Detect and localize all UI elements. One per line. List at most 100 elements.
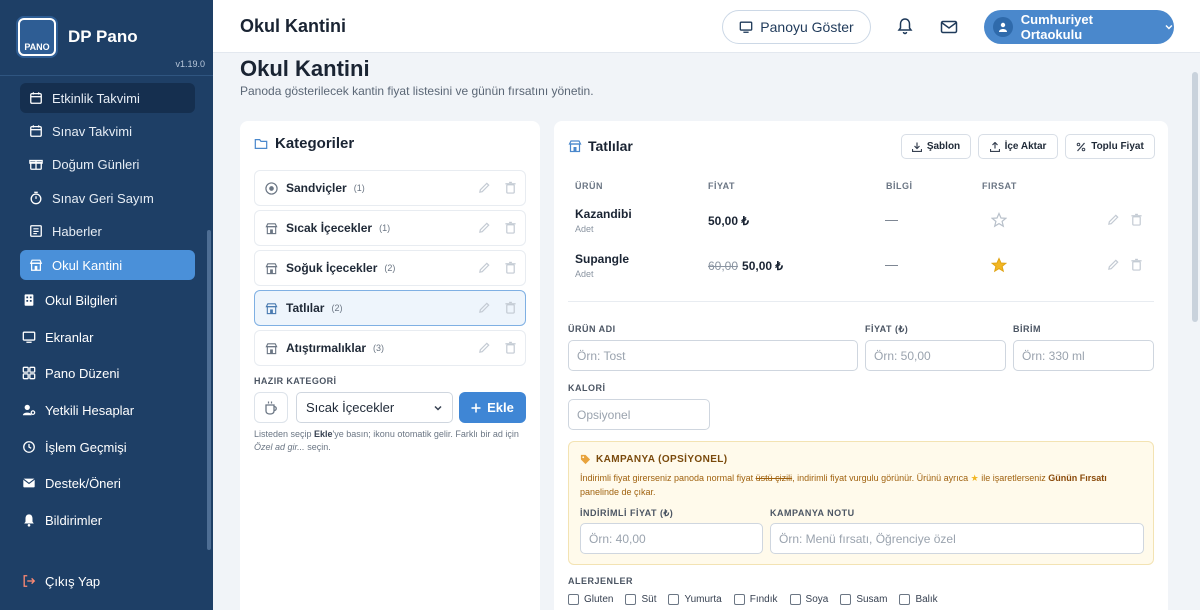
column-header-deal: FIRSAT xyxy=(982,181,1017,191)
star-filled-icon[interactable] xyxy=(991,257,1007,273)
checkbox[interactable] xyxy=(899,594,911,605)
allergens-label: ALERJENLER xyxy=(568,576,634,586)
product-info: — xyxy=(885,212,898,227)
sidebar-item-islem-gecmisi[interactable]: İşlem Geçmişi xyxy=(22,436,127,458)
calorie-input[interactable]: Opsiyonel xyxy=(568,399,710,430)
placeholder: Örn: 50,00 xyxy=(874,348,931,363)
page-scrollbar[interactable] xyxy=(1192,72,1198,322)
brand[interactable]: PANO DP Pano xyxy=(16,16,138,58)
sidebar-item-sinav-takvimi[interactable]: Sınav Takvimi xyxy=(20,116,195,146)
trash-icon[interactable] xyxy=(504,221,517,234)
sidebar-item-yetkili-hesaplar[interactable]: Yetkili Hesaplar xyxy=(22,399,134,421)
edit-icon[interactable] xyxy=(478,181,491,194)
store-icon xyxy=(265,342,278,354)
allergen-checkbox[interactable]: Gluten xyxy=(568,594,613,605)
download-icon xyxy=(911,142,922,152)
import-button[interactable]: İçe Aktar xyxy=(978,134,1058,159)
bulk-price-button[interactable]: Toplu Fiyat xyxy=(1065,134,1155,159)
add-category-button[interactable]: Ekle xyxy=(459,392,526,423)
edit-icon[interactable] xyxy=(478,221,491,234)
edit-icon[interactable] xyxy=(1107,258,1120,271)
user-menu-button[interactable]: Cumhuriyet Ortaokulu xyxy=(984,10,1174,44)
preset-category-select[interactable]: Sıcak İçecekler xyxy=(296,392,453,423)
trash-icon[interactable] xyxy=(504,301,517,314)
column-header-price: FİYAT xyxy=(708,181,736,191)
category-item[interactable]: Sıcak İçecekler (1) xyxy=(254,210,526,246)
sidebar-item-okul-kantini[interactable]: Okul Kantini xyxy=(20,250,195,280)
bulk-price-label: Toplu Fiyat xyxy=(1091,141,1144,152)
checkbox[interactable] xyxy=(625,594,637,605)
campaign-note-input[interactable]: Örn: Menü fırsatı, Öğrenciye özel xyxy=(770,523,1144,554)
category-item[interactable]: Sandviçler (1) xyxy=(254,170,526,206)
checkbox[interactable] xyxy=(840,594,852,605)
product-price: 60,00 50,00 ₺ xyxy=(708,259,783,273)
sidebar-scrollbar[interactable] xyxy=(207,230,211,550)
allergen-label: Süt xyxy=(641,594,657,605)
product-unit: Adet xyxy=(575,224,594,234)
allergen-checkbox[interactable]: Soya xyxy=(789,594,828,605)
sidebar-item-destek-oneri[interactable]: Destek/Öneri xyxy=(22,472,121,494)
star-outline-icon[interactable] xyxy=(991,212,1007,228)
bell-icon[interactable] xyxy=(896,17,914,35)
placeholder: Opsiyonel xyxy=(577,407,631,422)
sidebar-item-ekranlar[interactable]: Ekranlar xyxy=(22,326,93,348)
allergen-checkbox[interactable]: Balık xyxy=(899,594,938,605)
edit-icon[interactable] xyxy=(478,341,491,354)
sandwich-icon xyxy=(265,181,278,195)
topbar-title: Okul Kantini xyxy=(240,16,347,36)
edit-icon[interactable] xyxy=(478,301,491,314)
sidebar-item-etkinlik-takvimi[interactable]: Etkinlik Takvimi xyxy=(20,83,195,113)
allergen-checkbox[interactable]: Yumurta xyxy=(668,594,722,605)
product-info: — xyxy=(885,257,898,272)
category-name: Tatlılar xyxy=(286,301,325,315)
divider xyxy=(568,301,1154,302)
trash-icon[interactable] xyxy=(504,181,517,194)
sidebar-item-label: Doğum Günleri xyxy=(52,156,140,172)
stopwatch-icon xyxy=(30,191,42,205)
category-count: (2) xyxy=(384,263,396,273)
category-item[interactable]: Soğuk İçecekler (2) xyxy=(254,250,526,286)
category-name: Sandviçler xyxy=(286,181,347,195)
trash-icon[interactable] xyxy=(504,261,517,274)
envelope-icon xyxy=(22,478,36,488)
sidebar-item-label: Yetkili Hesaplar xyxy=(45,402,135,418)
template-button[interactable]: Şablon xyxy=(901,134,971,159)
user-name: Cumhuriyet Ortaokulu xyxy=(1020,12,1093,42)
checkbox[interactable] xyxy=(733,594,745,605)
category-icon-preview xyxy=(254,392,288,423)
allergen-checkbox[interactable]: Süt xyxy=(625,594,656,605)
sidebar-item-label: Ekranlar xyxy=(45,329,94,345)
show-pano-button[interactable]: Panoyu Göster xyxy=(722,10,871,44)
trash-icon[interactable] xyxy=(1130,258,1143,271)
placeholder: Örn: Tost xyxy=(577,348,626,363)
calendar-icon xyxy=(30,125,42,137)
logo-mark: PANO xyxy=(20,20,54,54)
mail-icon[interactable] xyxy=(940,18,958,36)
chevron-down-icon xyxy=(1165,24,1173,30)
allergen-label: Yumurta xyxy=(684,594,722,605)
category-item[interactable]: Atıştırmalıklar (3) xyxy=(254,330,526,366)
product-name-input[interactable]: Örn: Tost xyxy=(568,340,858,371)
sidebar: PANO DP Pano v1.19.0 Etkinlik Takvimi Sı… xyxy=(0,0,213,610)
logout-button[interactable]: Çıkış Yap xyxy=(22,570,100,592)
sidebar-item-sinav-geri-sayim[interactable]: Sınav Geri Sayım xyxy=(20,183,195,213)
sidebar-item-bildirimler[interactable]: Bildirimler xyxy=(22,509,102,531)
checkbox[interactable] xyxy=(568,594,579,605)
trash-icon[interactable] xyxy=(504,341,517,354)
allergen-checkbox[interactable]: Fındık xyxy=(733,594,778,605)
checkbox[interactable] xyxy=(668,594,680,605)
sidebar-item-pano-duzeni[interactable]: Pano Düzeni xyxy=(22,362,119,384)
sidebar-item-okul-bilgileri[interactable]: Okul Bilgileri xyxy=(22,289,117,311)
sidebar-item-haberler[interactable]: Haberler xyxy=(20,216,195,246)
discount-price-input[interactable]: Örn: 40,00 xyxy=(580,523,763,554)
edit-icon[interactable] xyxy=(1107,213,1120,226)
product-unit-input[interactable]: Örn: 330 ml xyxy=(1013,340,1154,371)
category-item-selected[interactable]: Tatlılar (2) xyxy=(254,290,526,326)
edit-icon[interactable] xyxy=(478,261,491,274)
product-price-input[interactable]: Örn: 50,00 xyxy=(865,340,1006,371)
allergen-checkbox[interactable]: Susam xyxy=(840,594,887,605)
checkbox[interactable] xyxy=(789,594,801,605)
hint-italic: Özel ad gir... xyxy=(254,442,305,452)
sidebar-item-dogum-gunleri[interactable]: Doğum Günleri xyxy=(20,149,195,179)
trash-icon[interactable] xyxy=(1130,213,1143,226)
